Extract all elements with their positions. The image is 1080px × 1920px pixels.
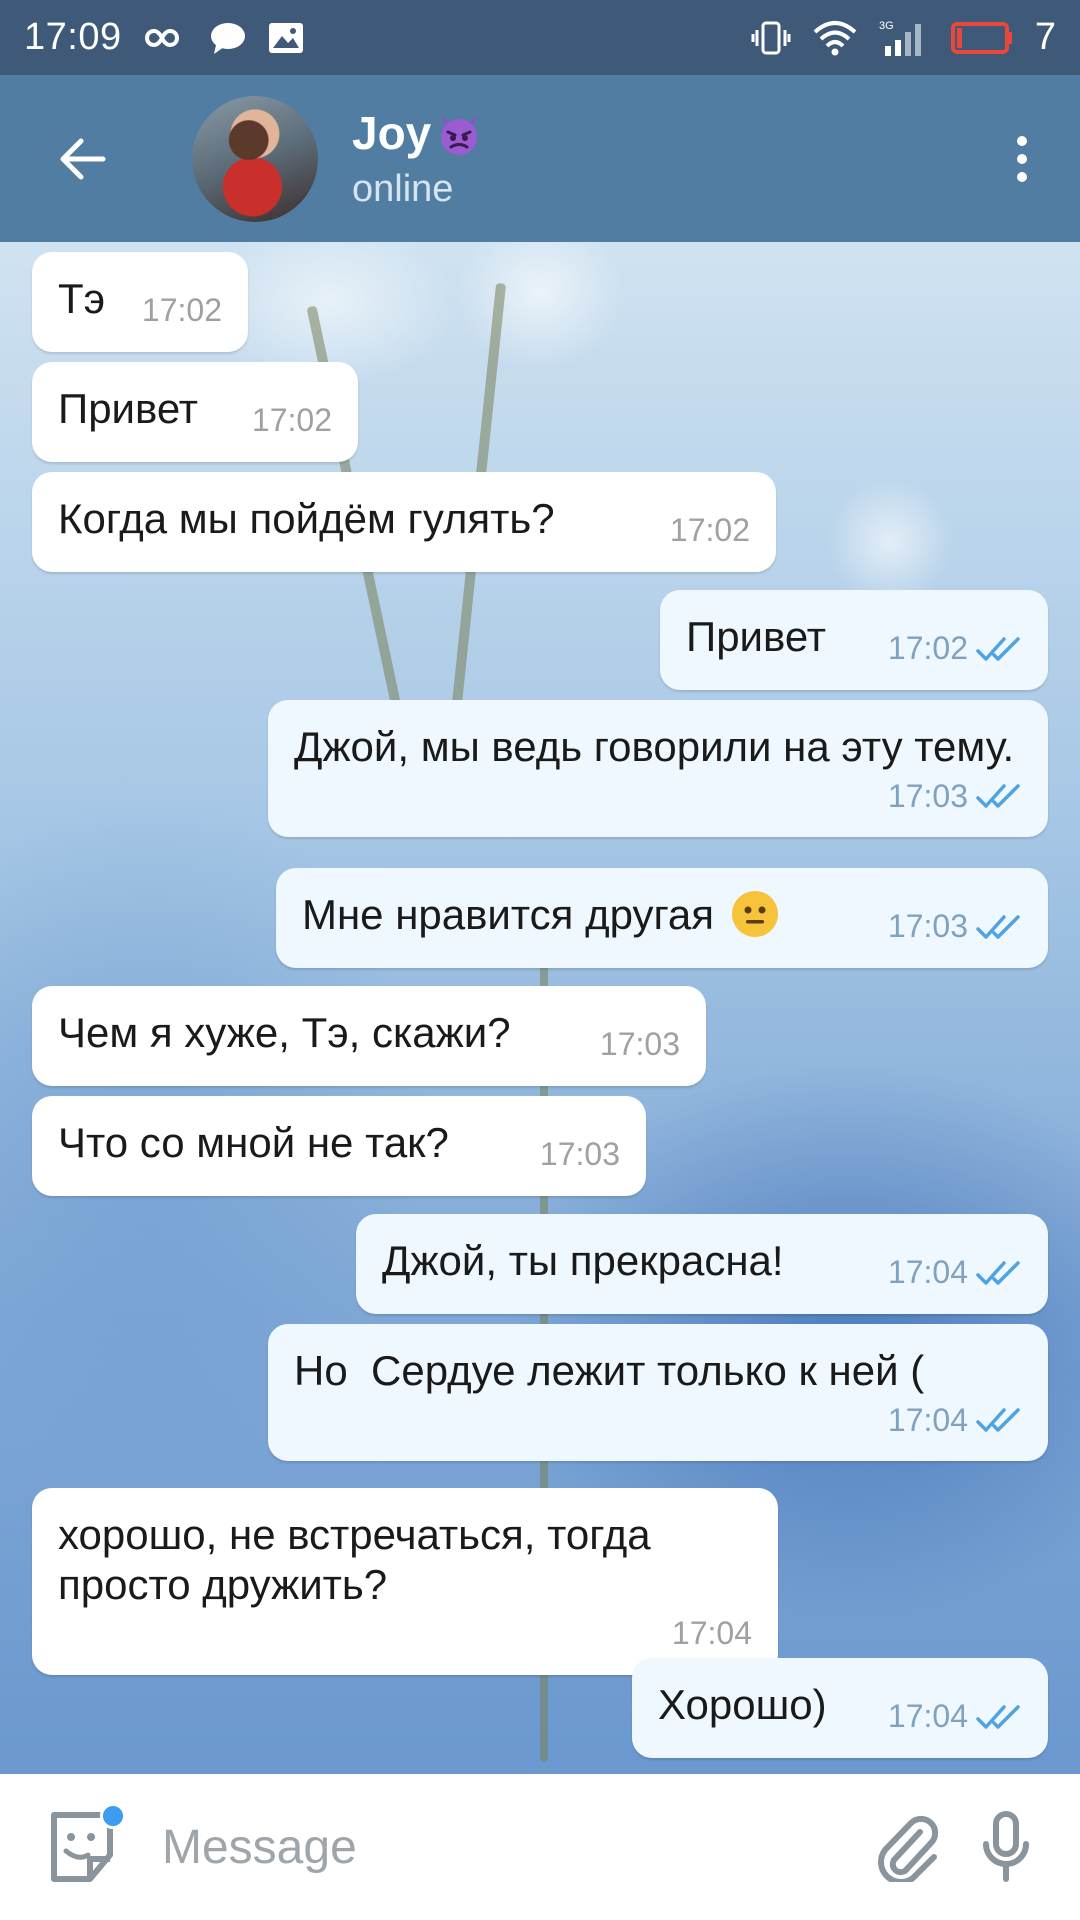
message-bubble[interactable]: Хорошо) 17:04: [632, 1658, 1048, 1758]
contact-name: Joy: [352, 106, 483, 160]
message-text: Привет: [686, 613, 827, 660]
notification-icons: [144, 21, 304, 55]
double-check-icon: [976, 784, 1020, 809]
chat-header: Joy online: [0, 75, 1080, 242]
message-bubble[interactable]: Мне нравится другая 17:03: [276, 868, 1048, 968]
message-time: 17:04: [887, 1254, 968, 1290]
status-bar: 17:09 3G 7: [0, 0, 1080, 75]
infinity-icon: [144, 28, 179, 47]
microphone-button[interactable]: [976, 1805, 1036, 1889]
message-text: Что со мной не так?: [58, 1119, 449, 1166]
image-icon: [268, 22, 303, 53]
message-text: Хорошо): [658, 1681, 827, 1728]
message-text: Привет: [58, 385, 199, 432]
network-type-label: 3G: [879, 20, 894, 32]
message-text: Когда мы пойдём гулять?: [58, 495, 555, 542]
message-bubble[interactable]: хорошо, не встречаться, тогда просто дру…: [32, 1488, 778, 1675]
message-input[interactable]: [162, 1807, 782, 1887]
vibrate-icon: [751, 21, 791, 54]
message-meta: 17:03: [540, 1136, 620, 1174]
message-text: Но Сердуе лежит только к ней (: [294, 1347, 925, 1394]
message-meta: 17:04: [80, 1615, 752, 1653]
message-time: 17:02: [141, 292, 222, 328]
message-time: 17:02: [669, 512, 750, 548]
battery-level: 7: [1034, 16, 1056, 58]
contact-avatar[interactable]: [192, 95, 318, 222]
message-meta: 17:02: [252, 402, 332, 440]
system-indicators: 3G 7: [751, 16, 1056, 59]
message-time: 17:04: [887, 1698, 968, 1734]
message-bubble[interactable]: Джой, мы ведь говорили на эту тему. 17:0…: [268, 700, 1048, 838]
message-text: Чем я хуже, Тэ, скажи?: [58, 1009, 511, 1056]
status-time: 17:09: [24, 16, 122, 58]
double-check-icon: [976, 1705, 1020, 1729]
sticker-button[interactable]: [44, 1803, 126, 1885]
message-meta: 17:04: [888, 1254, 1022, 1292]
battery-icon: [950, 21, 1012, 54]
contact-status: online: [352, 168, 454, 210]
chat-bubble-icon: [210, 22, 245, 54]
message-meta: 17:03: [600, 1026, 680, 1064]
message-meta: 17:03: [888, 908, 1022, 946]
message-text: Мне нравится другая: [302, 891, 714, 938]
message-bubble[interactable]: Тэ 17:02: [32, 252, 248, 352]
double-check-icon: [976, 637, 1020, 661]
back-button[interactable]: [40, 117, 124, 201]
message-time: 17:02: [251, 402, 332, 438]
double-check-icon: [976, 915, 1020, 939]
message-bubble[interactable]: Привет 17:02: [660, 590, 1048, 690]
message-meta: 17:03: [316, 778, 1022, 816]
message-meta: 17:04: [316, 1402, 1022, 1440]
message-bubble[interactable]: Привет 17:02: [32, 362, 358, 462]
message-bubble[interactable]: Чем я хуже, Тэ, скажи? 17:03: [32, 986, 706, 1086]
telegram-chat-screen: 17:09 3G 7 Joy online Тэ 17:02 Привет 17…: [0, 0, 1080, 1920]
back-arrow-icon: [60, 138, 106, 179]
message-time: 17:02: [887, 630, 968, 666]
signal-icon: 3G: [879, 20, 921, 56]
message-meta: 17:04: [888, 1698, 1022, 1736]
double-check-icon: [976, 1408, 1020, 1433]
message-time: 17:03: [539, 1136, 620, 1172]
message-input-bar: [0, 1774, 1080, 1920]
contact-name-text: Joy: [352, 107, 432, 159]
message-time: 17:04: [671, 1615, 752, 1652]
message-time: 17:03: [887, 908, 968, 944]
chat-messages-area[interactable]: Тэ 17:02 Привет 17:02 Когда мы пойдём гу…: [0, 242, 1080, 1774]
contact-info[interactable]: Joy online: [352, 106, 483, 211]
message-text: хорошо, не встречаться, тогда просто дру…: [58, 1511, 651, 1608]
message-meta: 17:02: [888, 630, 1022, 668]
message-time: 17:03: [599, 1026, 680, 1062]
devil-emoji-icon: [441, 114, 478, 155]
neutral-face-emoji-icon: [731, 891, 778, 937]
paperclip-icon: [878, 1815, 939, 1882]
message-text: Тэ: [58, 275, 106, 322]
message-bubble[interactable]: Что со мной не так? 17:03: [32, 1096, 646, 1196]
message-text: Джой, ты прекрасна!: [382, 1237, 784, 1284]
message-bubble[interactable]: Когда мы пойдём гулять? 17:02: [32, 472, 776, 572]
message-text: Джой, мы ведь говорили на эту тему.: [294, 723, 1015, 770]
message-meta: 17:02: [670, 512, 750, 550]
microphone-icon: [983, 1811, 1029, 1882]
wifi-icon: [813, 20, 857, 55]
message-bubble[interactable]: Джой, ты прекрасна! 17:04: [356, 1214, 1048, 1314]
more-options-button[interactable]: [1002, 117, 1042, 201]
notification-dot: [100, 1803, 126, 1829]
message-time: 17:03: [887, 777, 968, 814]
message-time: 17:04: [887, 1401, 968, 1438]
attach-button[interactable]: [870, 1805, 946, 1889]
message-meta: 17:02: [142, 292, 222, 330]
double-check-icon: [976, 1261, 1020, 1285]
message-bubble[interactable]: Но Сердуе лежит только к ней ( 17:04: [268, 1324, 1048, 1462]
vertical-dots-icon: [1017, 135, 1027, 182]
